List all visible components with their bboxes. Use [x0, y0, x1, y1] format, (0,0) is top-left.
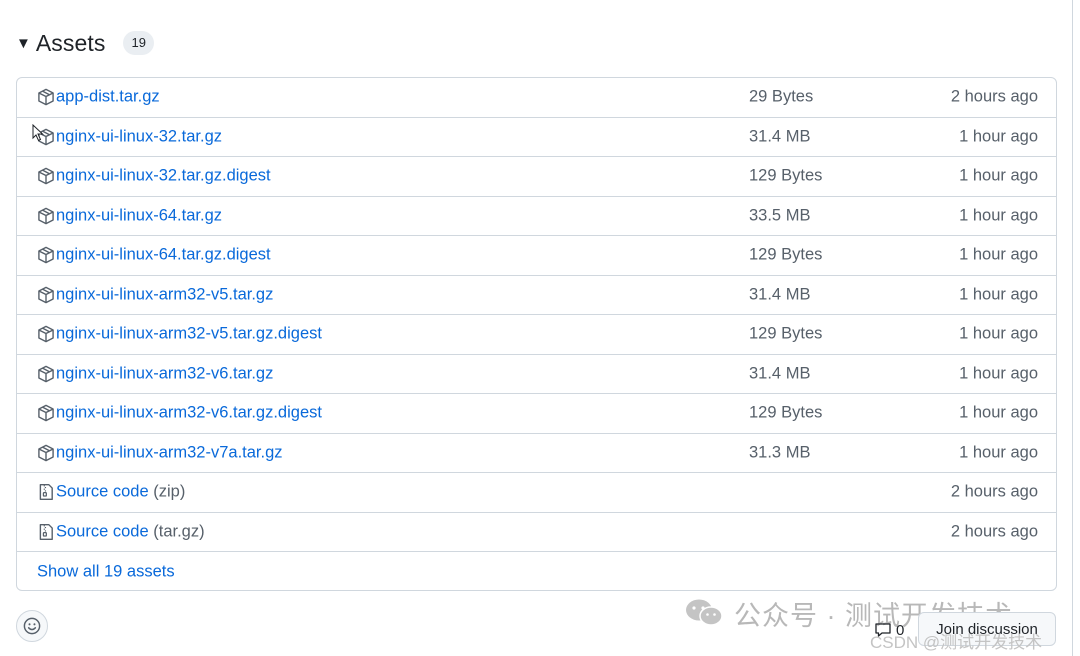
asset-size: 31.4 MB [749, 364, 811, 383]
show-all-assets-link[interactable]: Show all 19 assets [37, 562, 175, 581]
asset-timestamp: 1 hour ago [959, 206, 1038, 225]
asset-download-link[interactable]: nginx-ui-linux-arm32-v5.tar.gz.digest [56, 325, 322, 344]
asset-size: 129 Bytes [749, 245, 823, 264]
wechat-logo-icon [686, 599, 723, 626]
asset-download-link[interactable]: Source code (tar.gz) [56, 522, 205, 541]
package-icon [37, 88, 55, 106]
asset-timestamp: 1 hour ago [959, 324, 1038, 343]
package-icon [37, 325, 55, 343]
asset-timestamp: 2 hours ago [950, 522, 1038, 541]
asset-timestamp: 1 hour ago [959, 285, 1038, 304]
assets-title: Assets [35, 29, 106, 56]
mouse-cursor-icon [32, 124, 44, 142]
asset-name: nginx-ui-linux-arm32-v5.tar.gz.digest [56, 324, 322, 343]
package-icon [37, 365, 55, 383]
asset-name: nginx-ui-linux-64.tar.gz.digest [56, 245, 271, 264]
asset-timestamp: 2 hours ago [950, 482, 1038, 501]
asset-row: nginx-ui-linux-64.tar.gz.digest 129 Bytes… [17, 236, 1056, 276]
asset-timestamp: 1 hour ago [959, 245, 1038, 264]
asset-download-link[interactable]: nginx-ui-linux-arm32-v5.tar.gz [56, 285, 273, 304]
package-icon [37, 207, 55, 225]
asset-row: nginx-ui-linux-arm32-v6.tar.gz.digest 129… [17, 394, 1056, 434]
caret-down-icon: ▼ [16, 34, 31, 52]
asset-name: nginx-ui-linux-arm32-v6.tar.gz.digest [56, 403, 322, 422]
asset-format: (tar.gz) [148, 522, 205, 541]
asset-timestamp: 1 hour ago [959, 443, 1038, 462]
asset-name: nginx-ui-linux-arm32-v6.tar.gz [56, 364, 274, 383]
asset-row: app-dist.tar.gz 29 Bytes 2 hours ago [17, 78, 1056, 118]
asset-row: nginx-ui-linux-arm32-v6.tar.gz 31.4 MB 1 h… [17, 355, 1056, 394]
asset-download-link[interactable]: nginx-ui-linux-arm32-v6.tar.gz.digest [56, 404, 322, 423]
asset-download-link[interactable]: nginx-ui-linux-64.tar.gz.digest [56, 246, 271, 265]
csdn-watermark: CSDN @测试开发技术 [870, 633, 1043, 652]
asset-row: nginx-ui-linux-64.tar.gz 33.5 MB 1 hour ag… [17, 197, 1056, 236]
asset-size: 129 Bytes [749, 403, 823, 422]
asset-download-link[interactable]: nginx-ui-linux-32.tar.gz.digest [56, 167, 271, 186]
assets-list: app-dist.tar.gz 29 Bytes 2 hours ago nginx-… [16, 77, 1057, 591]
show-all-row: Show all 19 assets [17, 552, 1056, 590]
file-zip-icon [37, 483, 55, 501]
asset-name: nginx-ui-linux-arm32-v5.tar.gz [56, 285, 274, 304]
add-reaction-button[interactable] [16, 610, 48, 642]
asset-timestamp: 1 hour ago [959, 166, 1038, 185]
asset-row: nginx-ui-linux-arm32-v5.tar.gz.digest 129… [17, 315, 1056, 355]
asset-size: 31.4 MB [749, 127, 811, 146]
asset-download-link[interactable]: nginx-ui-linux-arm32-v6.tar.gz [56, 364, 273, 383]
asset-name: nginx-ui-linux-64.tar.gz [56, 206, 222, 225]
package-icon [37, 286, 55, 304]
asset-name: app-dist.tar.gz [56, 87, 160, 106]
asset-row: Source code (tar.gz) 2 hours ago [17, 513, 1056, 552]
asset-size: 31.3 MB [749, 443, 811, 462]
package-icon [37, 404, 55, 422]
asset-size: 33.5 MB [749, 206, 811, 225]
asset-size: 31.4 MB [749, 285, 811, 304]
asset-format: (zip) [148, 482, 186, 501]
asset-row: Source code (zip) 2 hours ago [17, 473, 1056, 513]
asset-download-link[interactable]: Source code (zip) [56, 483, 185, 502]
asset-row: nginx-ui-linux-arm32-v7a.tar.gz 31.3 MB 1 … [17, 434, 1056, 473]
asset-timestamp: 1 hour ago [959, 403, 1038, 422]
asset-size: 129 Bytes [749, 324, 823, 343]
asset-timestamp: 1 hour ago [959, 127, 1038, 146]
asset-timestamp: 1 hour ago [959, 364, 1038, 383]
smiley-icon [23, 617, 41, 635]
package-icon [37, 444, 55, 462]
asset-download-link[interactable]: nginx-ui-linux-32.tar.gz [56, 127, 222, 146]
asset-name: nginx-ui-linux-32.tar.gz [56, 127, 222, 146]
file-zip-icon [37, 523, 55, 541]
asset-name: Source code [56, 482, 149, 501]
page-right-border [1072, 0, 1073, 656]
asset-timestamp: 2 hours ago [950, 87, 1038, 106]
assets-summary-toggle[interactable]: ▼ Assets 19 [16, 26, 154, 60]
asset-download-link[interactable]: app-dist.tar.gz [56, 88, 160, 107]
package-icon [37, 246, 55, 264]
asset-name: nginx-ui-linux-arm32-v7a.tar.gz [56, 443, 283, 462]
asset-download-link[interactable]: nginx-ui-linux-arm32-v7a.tar.gz [56, 443, 283, 462]
asset-name: Source code [56, 522, 149, 541]
release-assets-page: ▼ Assets 19 app-dist.tar.gz 29 Bytes 2 hou… [0, 0, 1080, 656]
asset-size: 129 Bytes [749, 166, 823, 185]
asset-row: nginx-ui-linux-32.tar.gz 31.4 MB 1 hour ag… [17, 118, 1056, 157]
package-icon [37, 167, 55, 185]
asset-row: nginx-ui-linux-arm32-v5.tar.gz 31.4 MB 1 h… [17, 276, 1056, 315]
asset-name: nginx-ui-linux-32.tar.gz.digest [56, 166, 271, 185]
asset-download-link[interactable]: nginx-ui-linux-64.tar.gz [56, 206, 222, 225]
assets-count-badge: 19 [123, 31, 154, 55]
asset-size: 29 Bytes [749, 87, 814, 106]
asset-row: nginx-ui-linux-32.tar.gz.digest 129 Bytes… [17, 157, 1056, 197]
